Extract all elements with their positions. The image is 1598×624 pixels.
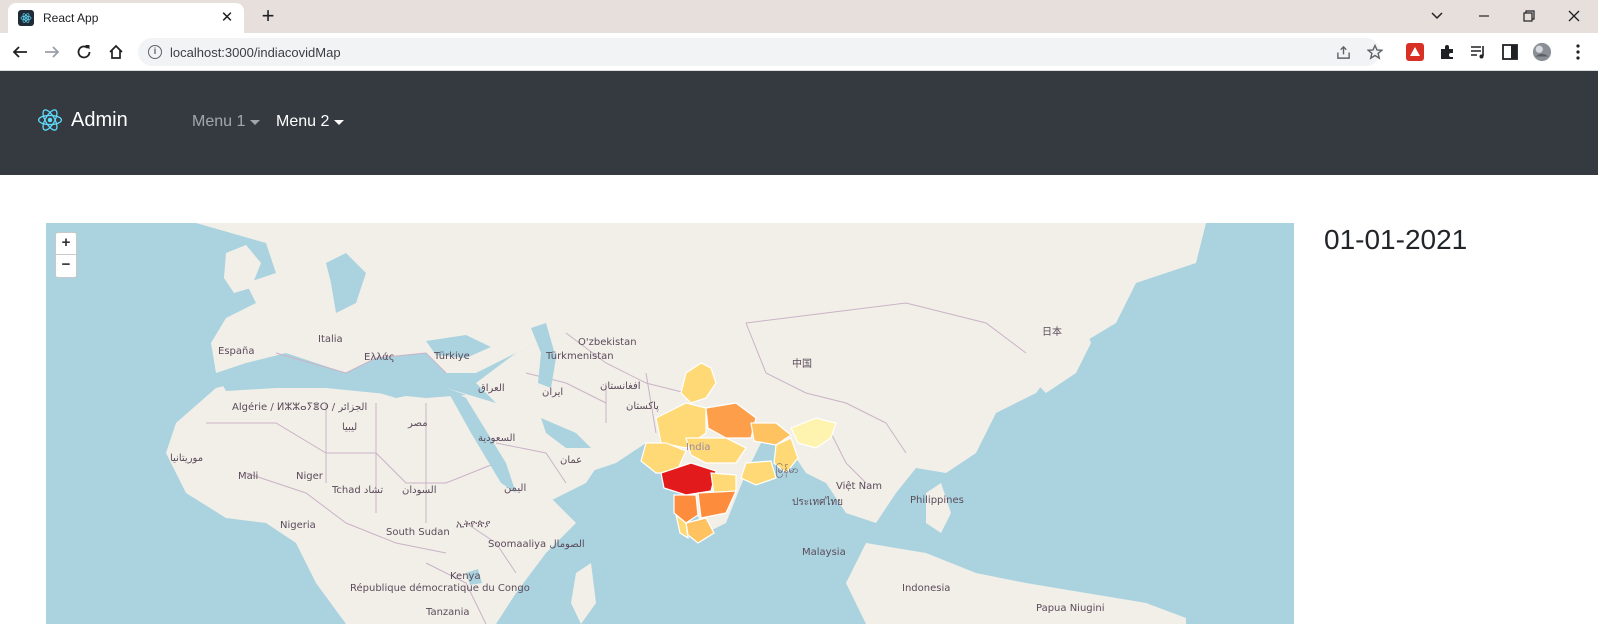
map-label: السودان: [402, 485, 437, 496]
url-text: localhost:3000/indiacovidMap: [170, 44, 341, 60]
map-label: Mali: [238, 471, 258, 482]
menu-2-dropdown[interactable]: Menu 2: [276, 113, 345, 131]
map-label: South Sudan: [386, 527, 450, 538]
zoom-out-button[interactable]: −: [56, 255, 76, 277]
browser-tabstrip: React App ✕ +: [0, 0, 1598, 33]
map-label: اليمن: [504, 483, 526, 494]
state-odisha: [740, 460, 777, 486]
zoom-in-button[interactable]: +: [56, 233, 76, 255]
share-icon[interactable]: [1334, 43, 1352, 61]
map-label: افغانستان: [600, 381, 641, 392]
map-label: موريتانيا: [170, 453, 203, 464]
profile-avatar-icon[interactable]: [1532, 42, 1552, 62]
landmass-indonesia: [846, 543, 1186, 624]
address-bar[interactable]: i localhost:3000/indiacovidMap: [138, 38, 1383, 66]
app-navbar: Admin Menu 1 Menu 2: [0, 71, 1598, 175]
map-label: Italia: [318, 334, 343, 345]
brand-label: Admin: [71, 108, 128, 131]
india-covid-map[interactable]: España Italia Ελλάς Türkiye Türkmenistan…: [46, 223, 1294, 624]
react-logo-icon: [37, 109, 63, 131]
tab-close-icon[interactable]: ✕: [218, 9, 236, 27]
side-panel-icon[interactable]: [1500, 42, 1520, 62]
map-label: ایران: [542, 387, 563, 398]
map-label: Ελλάς: [364, 351, 395, 363]
tab-title: React App: [43, 11, 99, 25]
zoom-control: + −: [55, 232, 77, 278]
new-tab-button[interactable]: +: [256, 5, 280, 29]
menu-2-label: Menu 2: [276, 113, 330, 130]
react-favicon-icon: [18, 10, 34, 26]
caret-down-icon: [250, 119, 261, 125]
map-label: عمان: [560, 455, 582, 466]
map-label: ኢትዮጵያ: [456, 519, 490, 530]
minimize-icon[interactable]: [1470, 4, 1498, 28]
map-label: Türkiye: [433, 351, 470, 362]
map-label: Philippines: [910, 495, 964, 506]
navbar-brand[interactable]: Admin: [37, 107, 128, 133]
bookmark-star-icon[interactable]: [1366, 43, 1384, 61]
map-label: Nigeria: [280, 520, 316, 531]
map-label: ประเทศไทย: [792, 496, 843, 508]
menu-1-label: Menu 1: [192, 113, 246, 130]
back-arrow-icon[interactable]: [8, 40, 32, 64]
tab-search-icon[interactable]: [1423, 4, 1451, 28]
home-icon[interactable]: [104, 40, 128, 64]
menu-1-dropdown[interactable]: Menu 1: [192, 113, 261, 131]
map-label: Indonesia: [902, 583, 950, 594]
close-window-icon[interactable]: [1560, 4, 1588, 28]
extensions-puzzle-icon[interactable]: [1437, 42, 1457, 62]
map-label: Malaysia: [802, 547, 846, 558]
map-label: ليبيا: [342, 422, 357, 433]
map-label: پاکستان: [626, 401, 659, 412]
map-tiles: España Italia Ελλάς Türkiye Türkmenistan…: [166, 223, 1206, 624]
chrome-menu-icon[interactable]: [1568, 42, 1588, 62]
map-label: Soomaaliya الصومال: [488, 539, 585, 550]
map-label: España: [218, 346, 254, 357]
landmass-philippines: [926, 483, 951, 533]
map-label: Papua Niugini: [1036, 603, 1105, 614]
map-label: 中国: [792, 357, 812, 370]
map-label: Tchad تشاد: [331, 485, 383, 496]
reload-icon[interactable]: [72, 40, 96, 64]
map-label: العراق: [478, 383, 505, 394]
map-label: Tanzania: [425, 607, 470, 618]
map-label: République démocratique du Congo: [350, 582, 530, 594]
map-label: O'zbekistan: [578, 337, 637, 348]
map-label: မြန်မာ: [776, 462, 798, 478]
browser-toolbar: i localhost:3000/indiacovidMap: [0, 33, 1598, 71]
map-label: Niger: [296, 471, 324, 482]
map-label: India: [686, 442, 711, 453]
media-control-icon[interactable]: [1468, 42, 1488, 62]
map-label: 日本: [1042, 325, 1062, 338]
extension-red-icon[interactable]: [1405, 42, 1425, 62]
site-info-icon[interactable]: i: [148, 45, 162, 59]
map-label: Kenya: [450, 571, 481, 582]
browser-tab[interactable]: React App ✕: [8, 3, 244, 33]
date-display: 01-01-2021: [1324, 224, 1468, 255]
forward-arrow-icon[interactable]: [40, 40, 64, 64]
map-label: مصر: [407, 418, 428, 429]
map-label: Việt Nam: [836, 480, 882, 492]
caret-down-icon: [334, 119, 345, 125]
landmass-madagascar: [571, 563, 596, 624]
map-label: Türkmenistan: [545, 351, 614, 362]
restore-icon[interactable]: [1515, 4, 1543, 28]
map-label: Algérie / ⵍⵣⵣⴰⵢⴻⵔ / الجزائر: [232, 401, 367, 413]
state-andhra: [697, 490, 737, 519]
map-label: السعودية: [478, 433, 515, 444]
